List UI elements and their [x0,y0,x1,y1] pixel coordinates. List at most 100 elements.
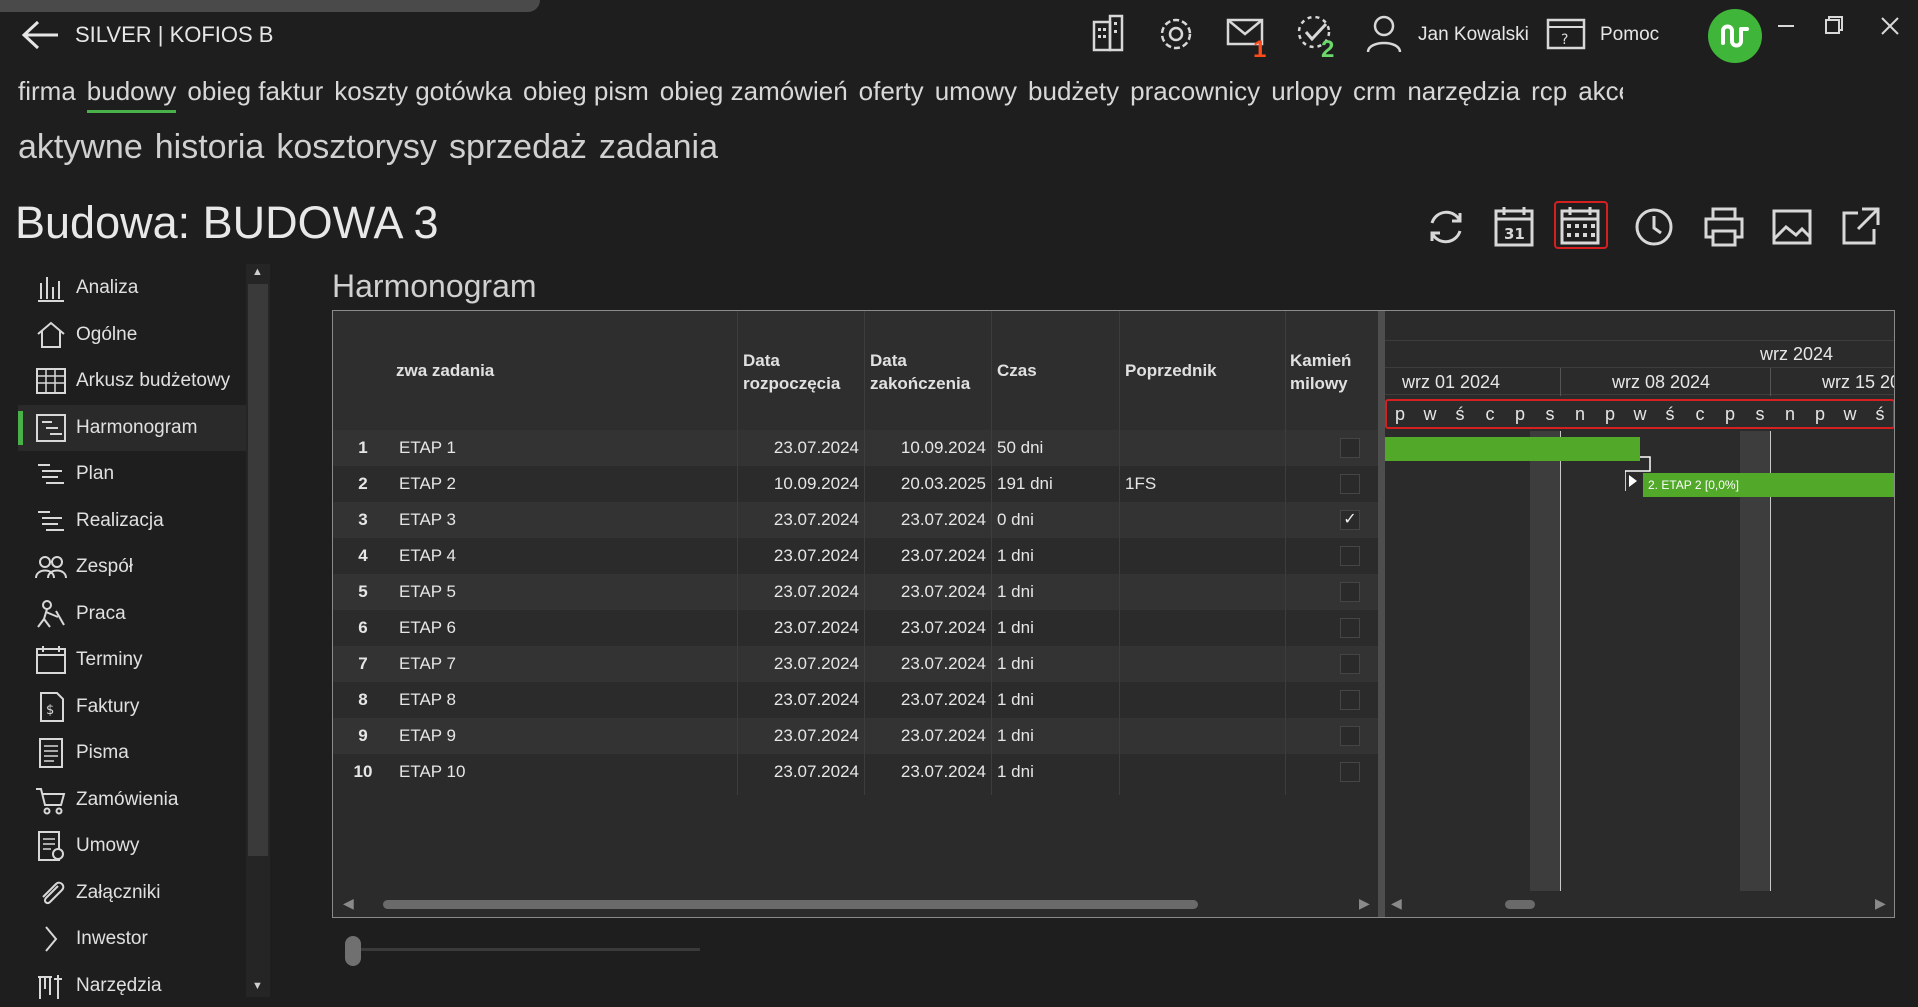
main-nav-item[interactable]: obieg pism [523,76,649,113]
scroll-left-arrow-icon[interactable]: ◀ [343,895,354,912]
sidebar-item-załączniki[interactable]: Załączniki [18,870,246,917]
scroll-up-arrow-icon[interactable]: ▲ [252,266,263,278]
back-arrow-icon[interactable] [18,18,62,52]
refresh-icon[interactable] [1422,203,1476,251]
clock-icon[interactable] [1630,203,1684,251]
end-date-cell[interactable]: 23.07.2024 [333,574,986,610]
milestone-checkbox[interactable] [1340,582,1360,602]
sub-nav-item[interactable]: aktywne [18,128,143,167]
sidebar-item-faktury[interactable]: $ Faktury [18,684,246,731]
main-nav-item[interactable]: rcp [1531,76,1567,113]
duration-cell[interactable]: 1 dni [997,538,1034,574]
close-button[interactable] [1872,8,1908,44]
header-name[interactable]: zwa zadania [396,359,494,382]
header-predecessor[interactable]: Poprzednik [1125,359,1217,382]
gantt-hscrollbar[interactable]: ◀ ▶ [1385,891,1894,917]
sub-nav-item[interactable]: kosztorysy [276,128,437,167]
sidebar-item-praca[interactable]: Praca [18,591,246,638]
end-date-cell[interactable]: 23.07.2024 [333,646,986,682]
duration-cell[interactable]: 50 dni [997,430,1043,466]
sidebar-item-umowy[interactable]: Umowy [18,823,246,870]
zoom-slider-thumb[interactable] [345,936,361,966]
table-row[interactable]: 1 ETAP 1 23.07.2024 10.09.2024 50 dni [333,430,1378,466]
predecessor-cell[interactable]: 1FS [1125,466,1156,502]
print-icon[interactable] [1700,203,1754,251]
milestone-checkbox[interactable] [1340,474,1360,494]
main-nav-item[interactable]: crm [1353,76,1396,113]
table-row[interactable]: 7 ETAP 7 23.07.2024 23.07.2024 1 dni [333,646,1378,682]
milestone-checkbox[interactable] [1340,618,1360,638]
scroll-right-arrow-icon[interactable]: ▶ [1359,895,1370,912]
zoom-slider-track[interactable] [352,948,700,951]
gantt-scroll-left-arrow-icon[interactable]: ◀ [1391,895,1402,912]
duration-cell[interactable]: 1 dni [997,718,1034,754]
milestone-checkbox[interactable]: ✓ [1340,510,1360,530]
main-nav-item[interactable]: narzędzia [1407,76,1520,113]
header-duration[interactable]: Czas [997,359,1037,382]
table-row[interactable]: 2 ETAP 2 10.09.2024 20.03.2025 191 dni 1FS [333,466,1378,502]
user-icon[interactable] [1362,12,1406,56]
sidebar-item-pisma[interactable]: Pisma [18,730,246,777]
sub-nav-item[interactable]: zadania [599,128,718,167]
gantt-bar-etap-2[interactable]: 2. ETAP 2 [0,0%] [1643,473,1894,497]
table-row[interactable]: 9 ETAP 9 23.07.2024 23.07.2024 1 dni [333,718,1378,754]
sub-nav-item[interactable]: sprzedaż [449,128,587,167]
gantt-bar-etap-1[interactable] [1385,437,1640,461]
main-nav-item[interactable]: budowy [86,76,177,113]
main-nav-item[interactable]: obieg zamówień [660,76,848,113]
duration-cell[interactable]: 191 dni [997,466,1053,502]
grid-splitter[interactable] [1378,311,1385,917]
duration-cell[interactable]: 1 dni [997,610,1034,646]
table-row[interactable]: 4 ETAP 4 23.07.2024 23.07.2024 1 dni [333,538,1378,574]
header-end[interactable]: Data zakończenia [870,349,970,395]
image-icon[interactable] [1768,203,1822,251]
main-nav-item[interactable]: budżety [1028,76,1119,113]
duration-cell[interactable]: 1 dni [997,682,1034,718]
end-date-cell[interactable]: 23.07.2024 [333,754,986,790]
sidebar-scrollbar[interactable]: ▲ ▼ [246,264,270,997]
help-icon[interactable]: ? [1544,12,1588,56]
main-nav-item[interactable]: urlopy [1271,76,1342,113]
header-milestone[interactable]: Kamień milowy [1290,349,1351,395]
sidebar-item-zespół[interactable]: Zespół [18,544,246,591]
sidebar-item-ogólne[interactable]: Ogólne [18,312,246,359]
sidebar-item-arkusz-budżetowy[interactable]: Arkusz budżetowy [18,358,246,405]
scroll-down-arrow-icon[interactable]: ▼ [252,980,263,992]
table-row[interactable]: 6 ETAP 6 23.07.2024 23.07.2024 1 dni [333,610,1378,646]
main-nav-item[interactable]: umowy [935,76,1017,113]
sidebar-item-inwestor[interactable]: Inwestor [18,916,246,963]
end-date-cell[interactable]: 23.07.2024 [333,682,986,718]
milestone-checkbox[interactable] [1340,654,1360,674]
end-date-cell[interactable]: 23.07.2024 [333,610,986,646]
milestone-checkbox[interactable] [1340,762,1360,782]
end-date-cell[interactable]: 10.09.2024 [333,430,986,466]
sidebar-item-plan[interactable]: Plan [18,451,246,498]
main-nav-item[interactable]: akce [1578,76,1623,113]
main-nav-item[interactable]: firma [18,76,76,113]
gantt-scroll-right-arrow-icon[interactable]: ▶ [1875,895,1886,912]
end-date-cell[interactable]: 23.07.2024 [333,538,986,574]
sidebar-item-zamówienia[interactable]: Zamówienia [18,777,246,824]
duration-cell[interactable]: 0 dni [997,502,1034,538]
milestone-checkbox[interactable] [1340,690,1360,710]
sidebar-item-realizacja[interactable]: Realizacja [18,498,246,545]
table-hscrollbar[interactable]: ◀ ▶ [333,891,1378,917]
duration-cell[interactable]: 1 dni [997,754,1034,790]
table-row[interactable]: 10 ETAP 10 23.07.2024 23.07.2024 1 dni [333,754,1378,790]
buildings-icon[interactable] [1086,12,1130,56]
sidebar-item-analiza[interactable]: Analiza [18,265,246,312]
main-nav-item[interactable]: koszty gotówka [334,76,512,113]
sidebar-item-harmonogram[interactable]: Harmonogram [18,404,246,451]
sidebar-scroll-thumb[interactable] [248,284,268,856]
sidebar-item-terminy[interactable]: Terminy [18,637,246,684]
table-row[interactable]: 5 ETAP 5 23.07.2024 23.07.2024 1 dni [333,574,1378,610]
milestone-checkbox[interactable] [1340,438,1360,458]
gantt-hscroll-thumb[interactable] [1505,900,1535,909]
table-row[interactable]: 3 ETAP 3 23.07.2024 23.07.2024 0 dni ✓ [333,502,1378,538]
external-link-icon[interactable] [1836,203,1890,251]
sidebar-item-narzędzia[interactable]: Narzędzia [18,963,246,1007]
calendar-day-icon[interactable]: 31 [1490,203,1544,251]
table-row[interactable]: 8 ETAP 8 23.07.2024 23.07.2024 1 dni [333,682,1378,718]
milestone-checkbox[interactable] [1340,546,1360,566]
milestone-checkbox[interactable] [1340,726,1360,746]
